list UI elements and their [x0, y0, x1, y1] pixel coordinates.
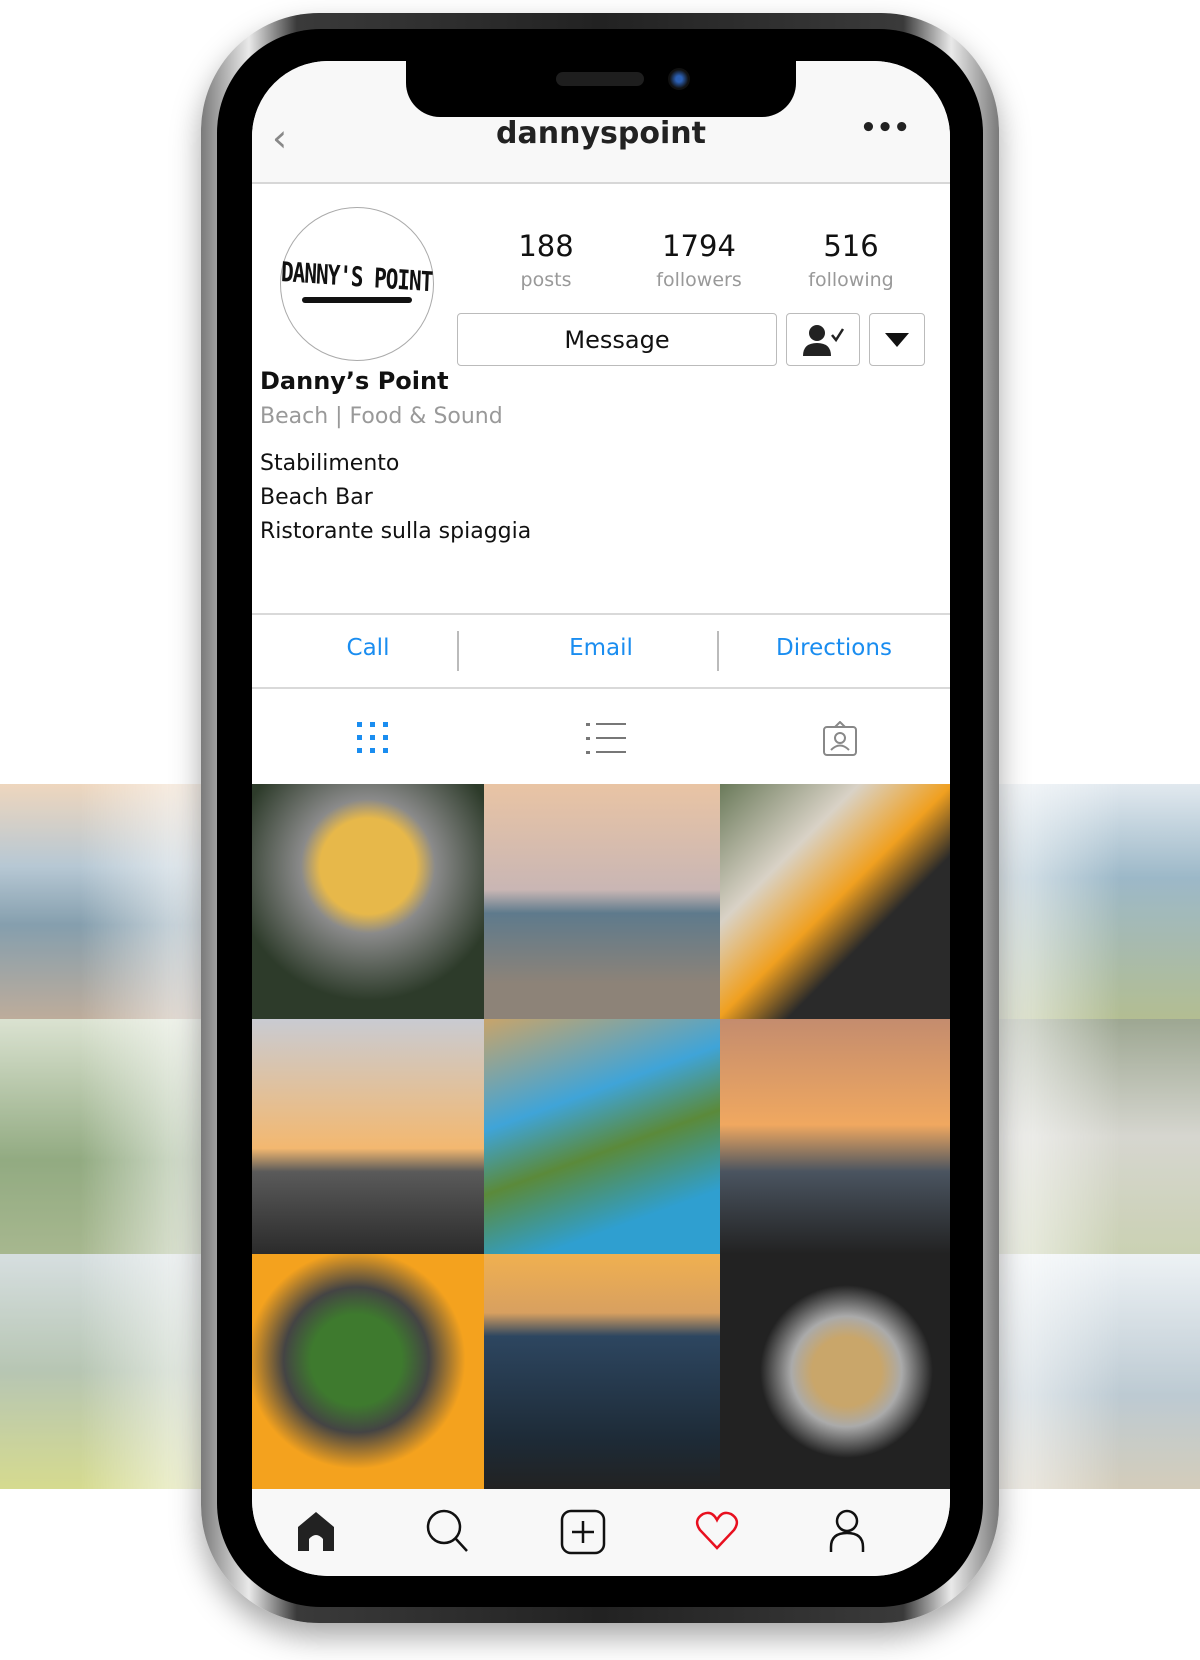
post-thumbnail[interactable] — [720, 1019, 950, 1254]
divider — [457, 631, 459, 671]
suggestions-dropdown-button[interactable] — [869, 313, 925, 366]
post-thumbnail[interactable] — [252, 1019, 484, 1254]
post-thumbnail[interactable] — [484, 784, 720, 1019]
add-post-icon[interactable] — [560, 1509, 606, 1555]
tagged-icon[interactable] — [822, 721, 858, 757]
stat-value: 188 — [518, 229, 574, 263]
post-thumbnail[interactable] — [252, 1254, 484, 1489]
message-button[interactable]: Message — [457, 313, 777, 366]
post-thumbnail[interactable] — [720, 1254, 950, 1489]
heart-icon[interactable] — [695, 1511, 739, 1551]
search-icon[interactable] — [426, 1509, 470, 1553]
stat-following[interactable]: 516 following — [791, 229, 911, 291]
home-icon[interactable] — [296, 1511, 336, 1551]
stat-value: 516 — [823, 229, 879, 263]
photo-grid — [252, 784, 950, 1489]
email-button[interactable]: Email — [485, 635, 717, 661]
grid-icon[interactable] — [356, 721, 390, 755]
bio-line: Stabilimento — [260, 451, 400, 476]
stat-label: posts — [520, 269, 572, 291]
list-icon[interactable] — [586, 721, 626, 755]
phone-notch — [406, 61, 796, 117]
profile-username: dannyspoint — [496, 116, 706, 151]
stat-followers[interactable]: 1794 followers — [639, 229, 759, 291]
avatar[interactable]: DANNY'S POINT — [280, 207, 434, 361]
divider — [252, 613, 950, 615]
divider — [252, 687, 950, 689]
following-button[interactable] — [786, 313, 860, 366]
more-icon[interactable]: ••• — [860, 113, 910, 143]
surfboard-icon — [302, 297, 412, 303]
stat-posts[interactable]: 188 posts — [486, 229, 606, 291]
stat-label: following — [808, 269, 894, 291]
directions-button[interactable]: Directions — [718, 635, 950, 661]
post-thumbnail[interactable] — [252, 784, 484, 1019]
profile-icon[interactable] — [828, 1509, 866, 1553]
bio-line: Ristorante sulla spiaggia — [260, 519, 532, 544]
background-photo-strip-right — [999, 784, 1200, 1489]
caret-down-icon — [885, 332, 909, 347]
user-check-icon — [803, 324, 845, 356]
post-thumbnail[interactable] — [484, 1019, 720, 1254]
post-thumbnail[interactable] — [484, 1254, 720, 1489]
profile-category: Beach | Food & Sound — [260, 404, 503, 429]
profile-name: Danny’s Point — [260, 367, 449, 395]
bottom-nav — [252, 1489, 950, 1576]
background-photo-strip-left — [0, 784, 201, 1489]
call-button[interactable]: Call — [252, 635, 484, 661]
instagram-profile-screen: ‹ dannyspoint ••• DANNY'S POINT 188 posts… — [252, 61, 950, 1576]
stat-value: 1794 — [662, 229, 736, 263]
avatar-logo: DANNY'S POINT — [280, 256, 434, 298]
stat-label: followers — [656, 269, 742, 291]
post-thumbnail[interactable] — [720, 784, 950, 1019]
bio-line: Beach Bar — [260, 485, 373, 510]
